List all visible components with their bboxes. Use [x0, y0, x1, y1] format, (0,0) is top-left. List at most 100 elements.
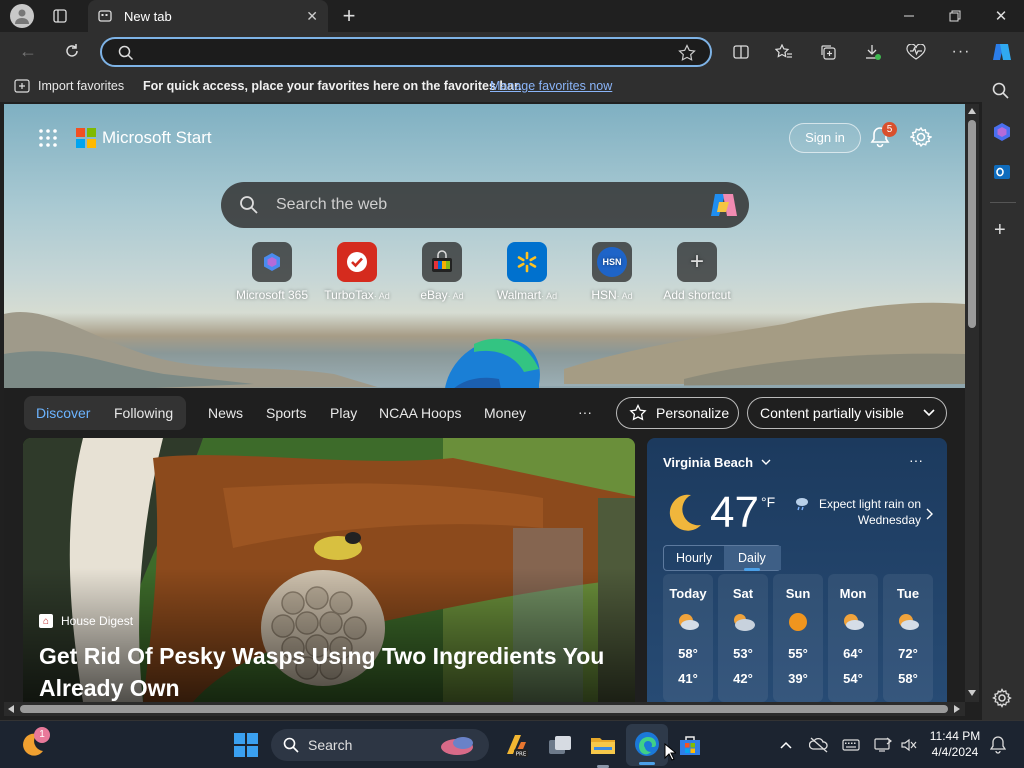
shortcut-ebay[interactable]: eBay· Ad: [397, 242, 487, 302]
onedrive-offline-icon[interactable]: [808, 735, 830, 755]
widgets-button[interactable]: 1: [18, 727, 50, 759]
active-indicator: [639, 762, 655, 765]
windows-taskbar: 1 Search PRE 11:44 PM 4/4/2024: [0, 720, 1024, 768]
article-headline[interactable]: Get Rid Of Pesky Wasps Using Two Ingredi…: [39, 640, 619, 702]
keyboard-icon[interactable]: [840, 735, 862, 755]
page-settings-icon[interactable]: [909, 126, 933, 148]
weather-location: Virginia Beach: [663, 455, 754, 470]
start-button[interactable]: [232, 731, 260, 759]
walmart-icon: [507, 242, 547, 282]
web-search-box[interactable]: Search the web: [221, 182, 749, 228]
mouse-cursor-icon: [664, 743, 676, 761]
shortcut-microsoft-365[interactable]: Microsoft 365: [227, 242, 317, 302]
forecast-day-sat[interactable]: Sat 53° 42°: [718, 574, 768, 702]
downloads-icon[interactable]: [862, 42, 884, 62]
forecast-high: 64°: [843, 646, 863, 661]
microsoft-start-logo[interactable]: Microsoft Start: [76, 128, 212, 148]
manage-favorites-link[interactable]: Manage favorites now: [490, 79, 612, 93]
forecast-day-today[interactable]: Today 58° 41°: [663, 574, 713, 702]
tab-play[interactable]: Play: [330, 405, 357, 421]
scroll-left-icon[interactable]: [8, 705, 14, 713]
horizontal-scrollbar[interactable]: [4, 702, 965, 716]
edge-taskbar-button[interactable]: [626, 724, 668, 766]
tab-hourly[interactable]: Hourly: [676, 551, 712, 565]
split-screen-icon[interactable]: [730, 42, 752, 62]
forecast-day-sun[interactable]: Sun 55° 39°: [773, 574, 823, 702]
scroll-up-icon[interactable]: [968, 108, 976, 114]
clock-time: 11:44 PM: [929, 729, 981, 743]
article-card[interactable]: ⌂ House Digest Get Rid Of Pesky Wasps Us…: [23, 438, 635, 702]
task-view-icon[interactable]: [546, 731, 574, 759]
outlook-icon[interactable]: [992, 162, 1012, 182]
app-launcher-icon[interactable]: [38, 128, 58, 148]
article-source[interactable]: ⌂ House Digest: [39, 614, 133, 628]
microsoft-store-icon[interactable]: [676, 731, 704, 759]
tab-ncaa-hoops[interactable]: NCAA Hoops: [379, 405, 461, 421]
tab-sports[interactable]: Sports: [266, 405, 306, 421]
copilot-icon[interactable]: [988, 38, 1016, 66]
copilot-sidebar-icon[interactable]: [992, 122, 1012, 142]
sign-in-button[interactable]: Sign in: [789, 123, 861, 153]
search-icon[interactable]: [992, 82, 1010, 100]
file-explorer-icon[interactable]: [589, 731, 617, 768]
forecast-day-tue[interactable]: Tue 72° 58°: [883, 574, 933, 702]
back-button[interactable]: ←: [16, 40, 40, 62]
import-favorites-button[interactable]: Import favorites: [38, 79, 124, 93]
shortcut-turbotax[interactable]: TurboTax· Ad: [312, 242, 402, 302]
vertical-scroll-thumb[interactable]: [968, 120, 976, 328]
scroll-down-icon[interactable]: [968, 690, 976, 696]
tab-actions-icon[interactable]: [50, 6, 70, 26]
copilot-icon[interactable]: [709, 192, 739, 218]
forecast-high: 55°: [788, 646, 808, 661]
horizontal-scroll-thumb[interactable]: [20, 705, 948, 713]
tab-new-tab[interactable]: New tab ✕: [88, 0, 328, 32]
refresh-button[interactable]: [60, 40, 84, 62]
moon-cloud-icon: [669, 494, 701, 531]
microsoft-365-icon: [252, 242, 292, 282]
tab-discover[interactable]: Discover: [36, 405, 90, 421]
shortcut-hsn[interactable]: HSN HSN· Ad: [567, 242, 657, 302]
tab-daily[interactable]: Daily: [738, 551, 766, 565]
notifications-button[interactable]: 5: [870, 122, 897, 150]
profile-avatar[interactable]: [10, 4, 34, 28]
volume-muted-icon[interactable]: [898, 735, 920, 755]
forecast-day-mon[interactable]: Mon 64° 54°: [828, 574, 878, 702]
shortcut-walmart[interactable]: Walmart· Ad: [482, 242, 572, 302]
add-shortcut-button[interactable]: + Add shortcut: [652, 242, 742, 302]
copilot-pre-icon[interactable]: PRE: [502, 731, 530, 759]
tab-news[interactable]: News: [208, 405, 243, 421]
sidebar-divider: [990, 202, 1016, 203]
tab-money[interactable]: Money: [484, 405, 526, 421]
personalize-button[interactable]: Personalize: [616, 397, 739, 429]
chevron-right-icon[interactable]: [925, 508, 933, 520]
forecast-high: 58°: [678, 646, 698, 661]
show-hidden-icons-button[interactable]: [776, 735, 796, 755]
favorite-star-icon[interactable]: [678, 44, 696, 62]
new-tab-button[interactable]: +: [338, 3, 360, 28]
notification-center-icon[interactable]: [988, 735, 1008, 755]
tab-following[interactable]: Following: [114, 405, 173, 421]
system-clock[interactable]: 11:44 PM 4/4/2024: [920, 728, 990, 760]
close-tab-icon[interactable]: ✕: [306, 8, 318, 25]
browser-essentials-icon[interactable]: [905, 42, 927, 62]
minimize-button[interactable]: [898, 6, 920, 26]
collections-icon[interactable]: [817, 42, 839, 62]
address-bar[interactable]: [100, 37, 712, 67]
content-visibility-dropdown[interactable]: Content partially visible: [747, 397, 947, 429]
partly-cloudy-icon: [844, 614, 864, 630]
sidebar-settings-icon[interactable]: [992, 688, 1012, 708]
search-placeholder: Search the web: [276, 196, 388, 213]
close-window-button[interactable]: ✕: [990, 6, 1012, 26]
network-icon[interactable]: [872, 735, 894, 755]
settings-more-icon[interactable]: ···: [950, 42, 972, 62]
add-sidebar-app-icon[interactable]: +: [994, 220, 1006, 240]
more-tabs-button[interactable]: ···: [578, 404, 592, 420]
partly-cloudy-icon: [679, 614, 699, 630]
weather-more-icon[interactable]: ···: [909, 452, 923, 468]
scroll-right-icon[interactable]: [954, 705, 960, 713]
restore-button[interactable]: [944, 6, 966, 26]
taskbar-search-box[interactable]: Search: [271, 729, 489, 761]
favorites-icon[interactable]: [773, 42, 795, 62]
weather-location-selector[interactable]: Virginia Beach: [663, 455, 771, 470]
vertical-scrollbar[interactable]: [965, 104, 979, 702]
